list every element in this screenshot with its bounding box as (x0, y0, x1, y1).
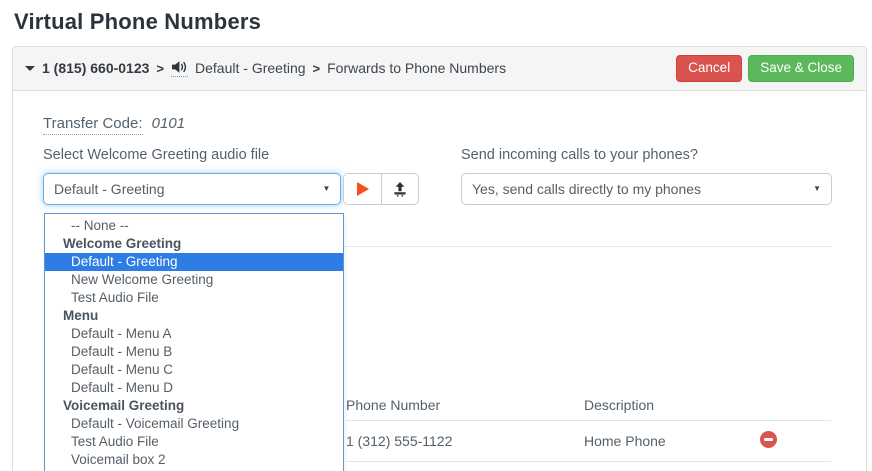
form-row: Select Welcome Greeting audio file Defau… (43, 147, 832, 205)
chevron-down-icon: ▼ (322, 184, 331, 194)
speaker-icon[interactable] (171, 60, 189, 77)
breadcrumb: 1 (815) 660-0123 > Default - Greeting > … (25, 60, 506, 77)
dropdown-option[interactable]: Default - Greeting (45, 253, 343, 271)
greeting-select-label: Select Welcome Greeting audio file (43, 146, 270, 163)
dropdown-option[interactable]: -- None -- (45, 217, 343, 235)
dropdown-option[interactable]: Default - Voicemail Greeting (45, 415, 343, 433)
cancel-button[interactable]: Cancel (676, 55, 743, 82)
phone-row: 1 (312) 555-1122 Home Phone (346, 421, 831, 462)
transfer-code-label[interactable]: Transfer Code: (43, 114, 143, 135)
breadcrumb-phone-number[interactable]: 1 (815) 660-0123 (42, 60, 149, 76)
page-title: Virtual Phone Numbers (14, 9, 262, 34)
forward-select-label: Send incoming calls to your phones? (461, 146, 698, 163)
breadcrumb-separator: > (156, 60, 165, 76)
greeting-select-value: Default - Greeting (54, 180, 165, 197)
phone-number-header: Phone Number (346, 396, 441, 413)
dropdown-option[interactable]: Default - Menu D (45, 379, 343, 397)
dropdown-option[interactable]: Test Audio File (45, 433, 343, 451)
greeting-column: Select Welcome Greeting audio file Defau… (43, 147, 419, 205)
dropdown-option[interactable]: New Welcome Greeting (45, 271, 343, 289)
dropdown-group-header: Voicemail Greeting (63, 398, 185, 413)
description-header: Description (584, 396, 655, 413)
greeting-select[interactable]: Default - Greeting ▼ (43, 172, 342, 205)
add-phone-row (346, 462, 831, 471)
dropdown-group-header: Menu (63, 308, 99, 323)
breadcrumb-greeting[interactable]: Default - Greeting (195, 60, 306, 76)
greeting-options-list: -- None -- Welcome Greeting Default - Gree… (44, 213, 344, 471)
panel-heading: 1 (815) 660-0123 > Default - Greeting > … (13, 47, 866, 91)
greeting-buttons (343, 172, 419, 205)
dropdown-option[interactable]: Default - Menu B (45, 343, 343, 361)
play-greeting-button[interactable] (344, 173, 382, 204)
caret-down-icon[interactable] (25, 65, 35, 71)
dropdown-option[interactable]: Test Audio File (45, 289, 343, 307)
remove-phone-icon[interactable] (760, 430, 777, 448)
transfer-code: Transfer Code: 0101 (43, 114, 832, 135)
dropdown-option[interactable]: Voicemail box 2 (45, 451, 343, 469)
forward-column: Send incoming calls to your phones? Yes,… (461, 147, 832, 205)
dropdown-group-header: Welcome Greeting (63, 236, 182, 251)
phones-table: Phone Number Description 1 (312) 555-112… (346, 397, 831, 471)
greeting-controls: Default - Greeting ▼ (43, 172, 419, 205)
description-cell: Home Phone (584, 432, 666, 449)
dropdown-option[interactable]: Default - Menu A (45, 325, 343, 343)
dropdown-option[interactable]: Default - Menu C (45, 361, 343, 379)
forward-select-value: Yes, send calls directly to my phones (472, 180, 702, 197)
breadcrumb-section: Forwards to Phone Numbers (327, 60, 507, 77)
play-icon (356, 181, 369, 196)
heading-actions: Cancel Save & Close (676, 55, 854, 82)
phones-table-header: Phone Number Description (346, 397, 831, 421)
phone-number-cell: 1 (312) 555-1122 (346, 432, 453, 449)
forward-select[interactable]: Yes, send calls directly to my phones ▼ (461, 172, 832, 205)
upload-greeting-button[interactable] (381, 173, 418, 204)
breadcrumb-separator: > (312, 60, 321, 76)
save-close-button[interactable]: Save & Close (748, 55, 854, 82)
upload-icon (394, 181, 406, 197)
transfer-code-value: 0101 (151, 114, 186, 132)
chevron-down-icon: ▼ (813, 184, 821, 194)
